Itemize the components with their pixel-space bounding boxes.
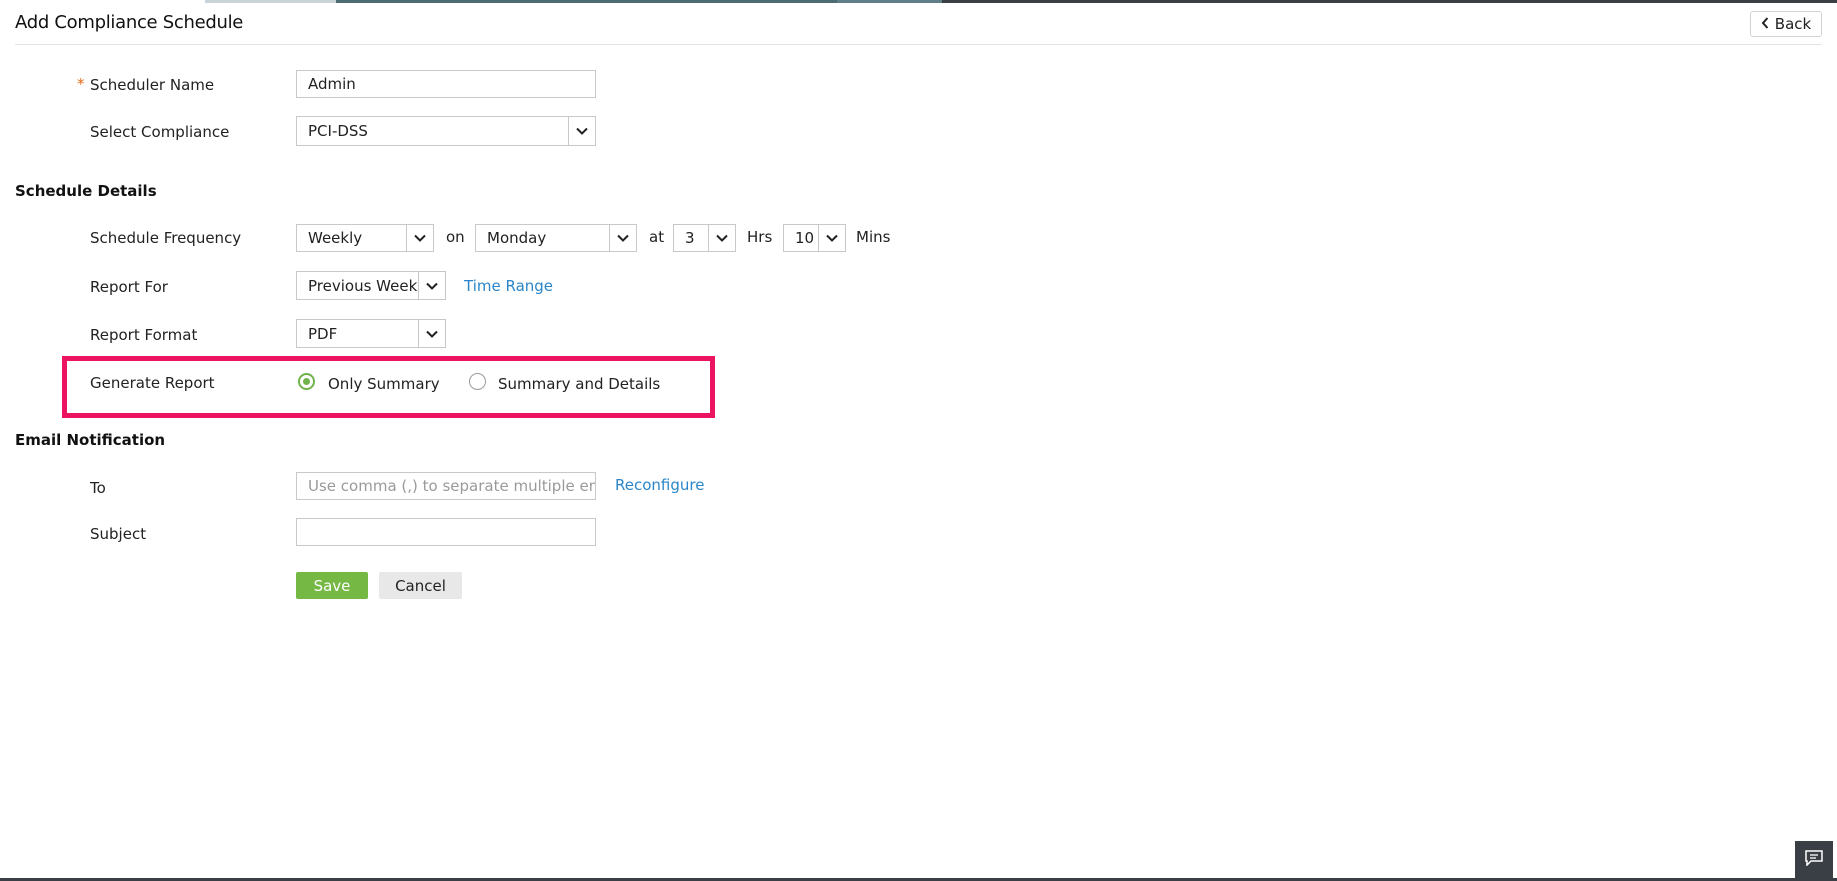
reconfigure-link[interactable]: Reconfigure bbox=[615, 476, 704, 494]
top-tab-strip bbox=[0, 0, 1837, 3]
subject-field[interactable] bbox=[296, 518, 596, 546]
report-format-select-value: PDF bbox=[308, 324, 338, 343]
hours-select[interactable]: 3 bbox=[673, 224, 736, 252]
at-text: at bbox=[649, 228, 665, 246]
back-label: Back bbox=[1774, 15, 1812, 33]
hrs-text: Hrs bbox=[747, 228, 773, 246]
to-label: To bbox=[90, 479, 106, 497]
summary-details-label[interactable]: Summary and Details bbox=[498, 375, 660, 393]
hours-select-value: 3 bbox=[685, 229, 695, 247]
chevron-left-icon bbox=[1761, 15, 1769, 33]
report-format-select[interactable]: PDF bbox=[296, 319, 446, 348]
generate-report-label: Generate Report bbox=[90, 374, 215, 392]
schedule-details-heading: Schedule Details bbox=[15, 182, 157, 200]
compliance-select-value: PCI-DSS bbox=[308, 122, 368, 140]
back-button[interactable]: Back bbox=[1750, 11, 1822, 37]
only-summary-label[interactable]: Only Summary bbox=[328, 375, 440, 393]
report-format-label: Report Format bbox=[90, 326, 198, 344]
frequency-select-value: Weekly bbox=[308, 229, 363, 247]
header-divider bbox=[15, 44, 1822, 45]
summary-details-radio[interactable] bbox=[469, 373, 486, 390]
to-input[interactable] bbox=[308, 477, 595, 495]
chevron-down-icon[interactable] bbox=[708, 225, 735, 251]
chevron-down-icon[interactable] bbox=[818, 225, 845, 251]
compliance-select[interactable]: PCI-DSS bbox=[296, 116, 596, 146]
mins-text: Mins bbox=[856, 228, 891, 246]
chevron-down-icon[interactable] bbox=[418, 272, 445, 299]
frequency-select[interactable]: Weekly bbox=[296, 224, 434, 252]
chevron-down-icon[interactable] bbox=[609, 225, 636, 251]
select-compliance-label: Select Compliance bbox=[90, 123, 230, 141]
chevron-down-icon[interactable] bbox=[568, 117, 595, 145]
schedule-frequency-label: Schedule Frequency bbox=[90, 229, 242, 247]
page-title: Add Compliance Schedule bbox=[15, 12, 244, 33]
chat-button[interactable] bbox=[1795, 841, 1833, 878]
subject-label: Subject bbox=[90, 525, 147, 543]
scheduler-name-label: Scheduler Name bbox=[90, 76, 215, 94]
only-summary-radio[interactable] bbox=[298, 373, 315, 390]
report-for-label: Report For bbox=[90, 278, 168, 296]
required-marker: * bbox=[77, 75, 85, 93]
cancel-button[interactable]: Cancel bbox=[379, 572, 462, 599]
email-notification-heading: Email Notification bbox=[15, 431, 166, 449]
report-for-select[interactable]: Previous Week bbox=[296, 271, 446, 300]
chevron-down-icon[interactable] bbox=[406, 225, 433, 251]
chevron-down-icon[interactable] bbox=[418, 320, 445, 347]
chat-icon bbox=[1805, 849, 1823, 870]
time-range-link[interactable]: Time Range bbox=[464, 277, 553, 295]
day-select[interactable]: Monday bbox=[475, 224, 637, 252]
scheduler-name-field[interactable] bbox=[296, 70, 596, 98]
on-text: on bbox=[446, 228, 465, 246]
day-select-value: Monday bbox=[487, 229, 547, 247]
minutes-select-value: 10 bbox=[795, 229, 815, 247]
scheduler-name-input[interactable] bbox=[308, 75, 595, 93]
minutes-select[interactable]: 10 bbox=[783, 224, 846, 252]
report-for-select-value: Previous Week bbox=[308, 276, 418, 295]
to-field[interactable] bbox=[296, 472, 596, 500]
subject-input[interactable] bbox=[308, 523, 595, 541]
save-button[interactable]: Save bbox=[296, 572, 368, 599]
